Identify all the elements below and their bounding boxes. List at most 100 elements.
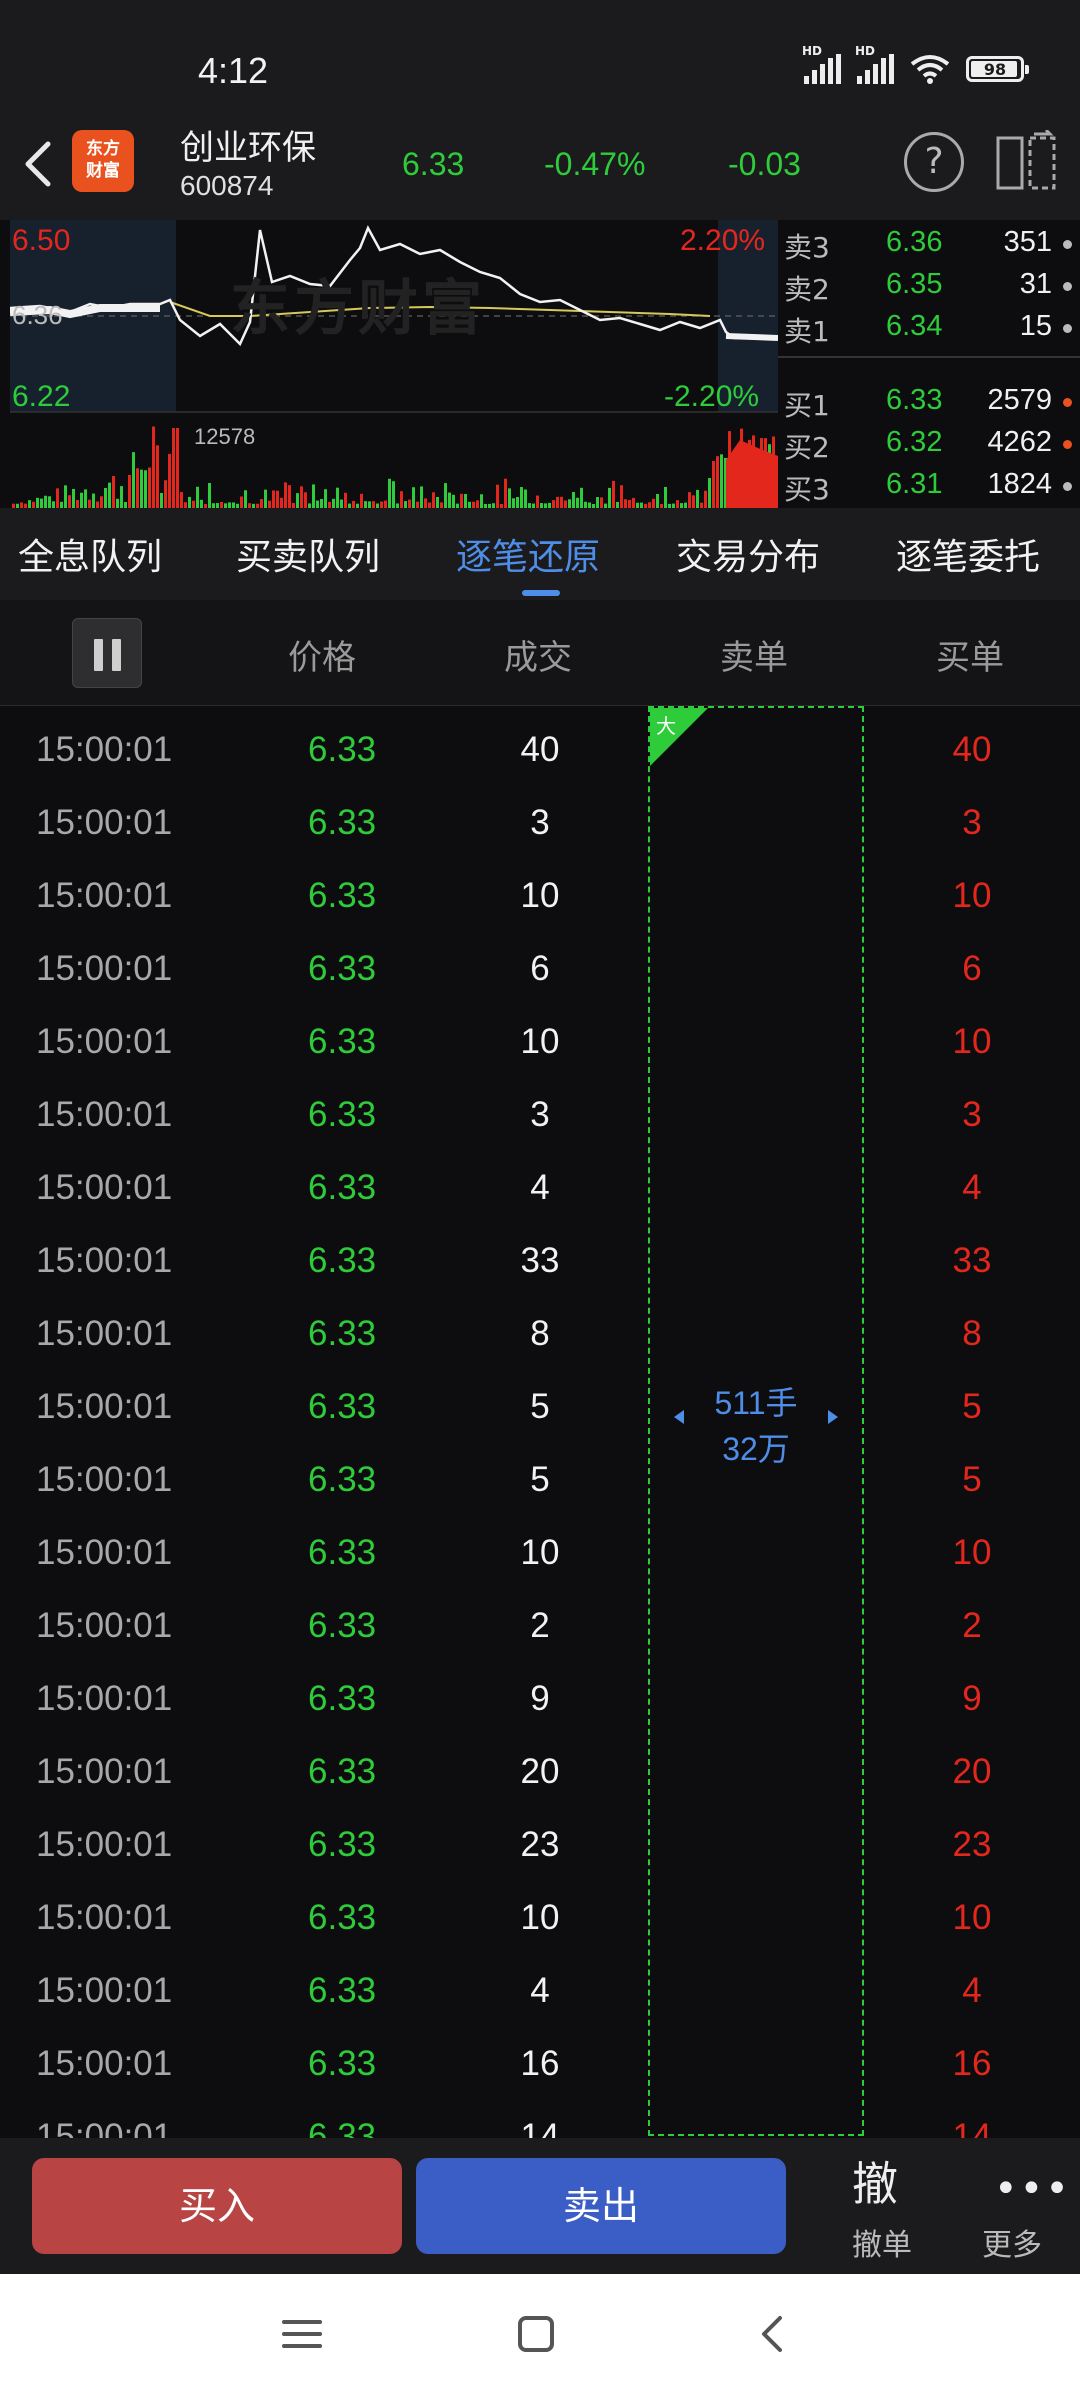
row-time: 15:00:01 — [36, 1460, 173, 1499]
row-time: 15:00:01 — [36, 803, 173, 842]
back-icon[interactable] — [752, 2314, 792, 2354]
row-time: 15:00:01 — [36, 1825, 173, 1864]
row-price: 6.33 — [308, 949, 377, 988]
header-buy: 买单 — [936, 638, 1004, 678]
row-price: 6.33 — [308, 1971, 377, 2010]
table-row: 15:00:01 6.33 6 6 — [36, 949, 982, 988]
tab-bar: 全息队列 买卖队列 逐笔还原 交易分布 逐笔委托 — [0, 508, 1080, 600]
row-time: 15:00:01 — [36, 2044, 173, 2083]
tab-tick-orders[interactable]: 逐笔委托 — [896, 528, 1066, 580]
back-arrow-icon[interactable] — [18, 136, 58, 192]
row-time: 15:00:01 — [36, 1606, 173, 1645]
table-row: 15:00:01 6.33 10 10 — [36, 1533, 992, 1572]
row-price: 6.33 — [308, 1752, 377, 1791]
row-price: 6.33 — [308, 1533, 377, 1572]
watermark: 东方财富 — [230, 274, 486, 344]
tab-buy-sell-queue[interactable]: 买卖队列 — [236, 528, 380, 580]
row-price: 6.33 — [308, 1314, 377, 1353]
change-amount: -0.03 — [728, 146, 801, 182]
pause-button[interactable] — [72, 618, 142, 688]
sell-block-lots: 511手 — [714, 1385, 798, 1421]
table-row: 15:00:01 6.33 5 5 — [36, 1387, 982, 1426]
row-time: 15:00:01 — [36, 730, 173, 769]
row-time: 15:00:01 — [36, 2117, 173, 2138]
tab-trade-distribution[interactable]: 交易分布 — [676, 528, 820, 580]
change-percent: -0.47% — [544, 146, 646, 182]
row-price: 6.33 — [308, 876, 377, 915]
stock-code: 600874 — [180, 170, 274, 201]
table-row: 15:00:01 6.33 5 5 — [36, 1460, 982, 1499]
signal-icon: HD — [802, 44, 841, 84]
row-time: 15:00:01 — [36, 1898, 173, 1937]
sell-button[interactable]: 卖出 — [416, 2158, 786, 2254]
menu-icon[interactable] — [282, 2314, 322, 2354]
volume-max-label: 12578 — [194, 424, 256, 449]
bid-row-2: 买2 6.32 4262 — [778, 422, 1080, 464]
ask-row-3: 卖3 6.36 351 — [778, 222, 1080, 264]
table-row: 15:00:01 6.33 40 40 — [36, 730, 992, 769]
more-label[interactable]: 更多 — [982, 2220, 1042, 2264]
row-price: 6.33 — [308, 803, 377, 842]
row-time: 15:00:01 — [36, 1095, 173, 1134]
row-price: 6.33 — [308, 1168, 377, 1207]
table-row: 15:00:01 6.33 8 8 — [36, 1314, 982, 1353]
table-row: 15:00:01 6.33 23 23 — [36, 1825, 992, 1864]
tab-full-queue[interactable]: 全息队列 — [18, 528, 162, 580]
table-row: 15:00:01 6.33 10 10 — [36, 1898, 992, 1937]
ask-row-1: 卖1 6.34 15 — [778, 306, 1080, 348]
bid-row-1: 买1 6.33 2579 — [778, 380, 1080, 422]
row-time: 15:00:01 — [36, 1387, 173, 1426]
chart-low-pct: -2.20% — [664, 380, 760, 413]
switch-layout-icon[interactable] — [994, 130, 1058, 194]
row-time: 15:00:01 — [36, 1971, 173, 2010]
row-time: 15:00:01 — [36, 876, 173, 915]
sell-order-block[interactable]: 大 511手 32万 — [648, 706, 864, 2136]
bottom-action-bar: 买入 卖出 撤 撤单 ••• 更多 — [0, 2138, 1080, 2274]
row-price: 6.33 — [308, 2044, 377, 2083]
row-price: 6.33 — [308, 1898, 377, 1937]
sell-block-summary: 511手 32万 — [650, 1380, 862, 1472]
table-row: 15:00:01 6.33 16 16 — [36, 2044, 992, 2083]
table-row: 15:00:01 6.33 2 2 — [36, 1606, 982, 1645]
chart-high-pct: 2.20% — [680, 224, 766, 257]
row-price: 6.33 — [308, 1460, 377, 1499]
app-logo: 东方 财富 — [72, 130, 134, 192]
signal-icon-2: HD — [855, 44, 894, 84]
row-time: 15:00:01 — [36, 1241, 173, 1280]
big-order-tag-label: 大 — [656, 714, 676, 738]
home-icon[interactable] — [516, 2314, 556, 2354]
battery-icon: 98 — [966, 56, 1029, 82]
header-price: 价格 — [288, 638, 356, 678]
header-sell: 卖单 — [720, 638, 788, 678]
wifi-icon — [910, 55, 950, 84]
row-price: 6.33 — [308, 1387, 377, 1426]
bid-row-3: 买3 6.31 1824 — [778, 464, 1080, 506]
table-row: 15:00:01 6.33 9 9 — [36, 1679, 982, 1718]
chart-high-price: 6.50 — [12, 224, 71, 257]
status-bar: 4:12 HD HD 98 — [0, 0, 1080, 110]
row-time: 15:00:01 — [36, 1752, 173, 1791]
more-icon[interactable]: ••• — [994, 2166, 1071, 2212]
chart-ref-price: 6.36 — [12, 300, 63, 330]
sell-block-amount: 32万 — [722, 1431, 790, 1467]
status-time: 4:12 — [198, 50, 269, 91]
row-time: 15:00:01 — [36, 1314, 173, 1353]
ask-row-2: 卖2 6.35 31 — [778, 264, 1080, 306]
tick-list[interactable]: 15:00:01 6.33 40 40 15:00:01 6.33 3 3 15:00:01 6.… — [0, 706, 1080, 2138]
tab-tick-restore[interactable]: 逐笔还原 — [456, 528, 600, 580]
row-price: 6.33 — [308, 1825, 377, 1864]
order-book[interactable]: 卖3 6.36 351 卖2 6.35 31 卖1 6.34 15 买1 6.33 2579 买… — [778, 220, 1080, 508]
cancel-order-label[interactable]: 撤单 — [852, 2220, 912, 2264]
row-price: 6.33 — [308, 1679, 377, 1718]
table-row: 15:00:01 6.33 4 4 — [36, 1971, 982, 2010]
table-row: 15:00:01 6.33 10 10 — [36, 876, 992, 915]
cancel-order-icon[interactable]: 撤 — [852, 2148, 898, 2214]
row-price: 6.33 — [308, 1095, 377, 1134]
row-time: 15:00:01 — [36, 1168, 173, 1207]
table-row: 15:00:01 6.33 10 10 — [36, 1022, 992, 1061]
help-button[interactable]: ? — [904, 132, 964, 192]
buy-button[interactable]: 买入 — [32, 2158, 402, 2254]
row-price: 6.33 — [308, 1022, 377, 1061]
header-deal: 成交 — [504, 638, 572, 678]
current-price: 6.33 — [402, 146, 465, 182]
